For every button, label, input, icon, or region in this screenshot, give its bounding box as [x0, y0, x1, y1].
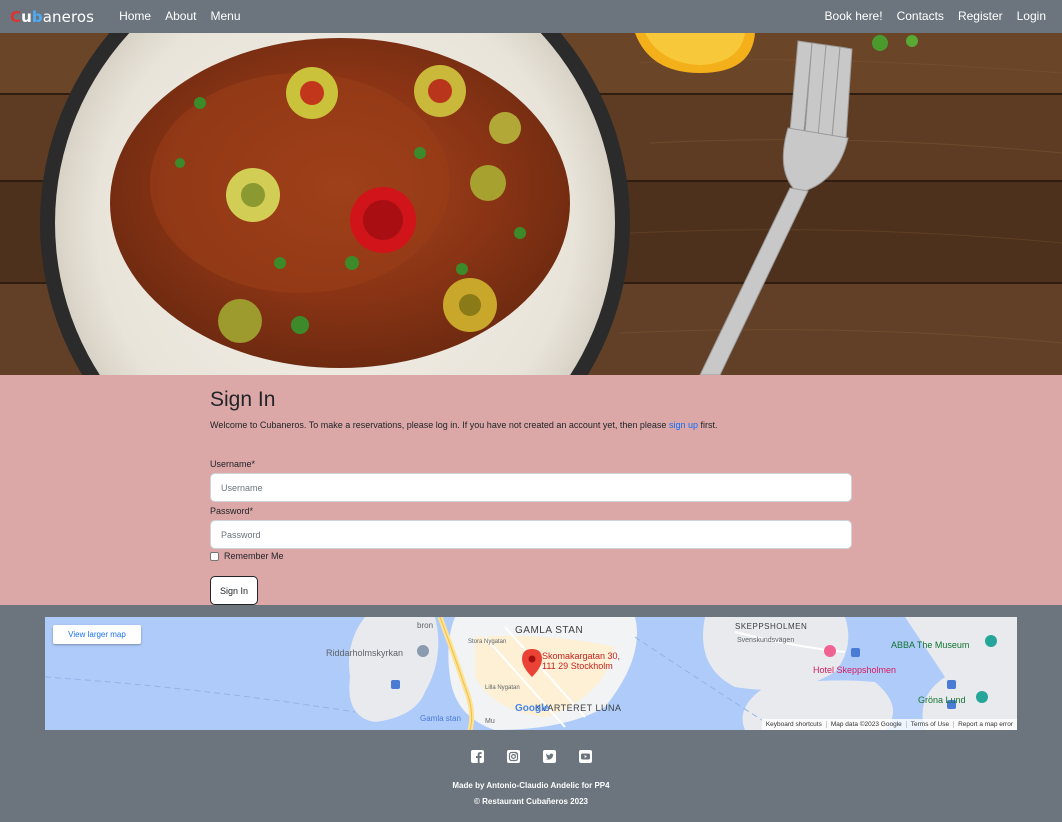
nav-right: Book here! Contacts Register Login [818, 0, 1052, 33]
map-address-line-2: 111 29 Stockholm [542, 661, 613, 671]
username-input[interactable] [210, 473, 852, 502]
brand-letter-c: C [10, 7, 22, 26]
map-label-bron: bron [417, 621, 434, 630]
welcome-text-after: first. [697, 420, 718, 430]
map-label-mu: Mu [485, 718, 495, 725]
navbar: Cu b aneros Home About Menu Book here! Con… [0, 0, 1062, 33]
remember-checkbox[interactable] [210, 551, 219, 561]
hero-image [0, 33, 1062, 375]
brand-letter-u: u [21, 7, 32, 26]
twitter-icon[interactable] [542, 750, 556, 763]
signup-link[interactable]: sign up [669, 420, 698, 430]
welcome-text: Welcome to Cubaneros. To make a reservat… [210, 420, 717, 430]
view-larger-map-button[interactable]: View larger map [53, 625, 141, 644]
signin-section: Sign In Welcome to Cubaneros. To make a … [0, 375, 1062, 605]
nav-home[interactable]: Home [112, 0, 158, 33]
map-embed[interactable]: View larger map GAMLA STAN SKEPPSHOLMEN … [45, 617, 1017, 730]
map-label-address: Skomakargatan 30, 111 29 Stockholm [542, 651, 620, 671]
page-title: Sign In [210, 388, 276, 411]
instagram-icon[interactable] [506, 750, 520, 763]
report-map-error-link[interactable]: Report a map error [953, 721, 1017, 728]
brand-logo[interactable]: Cu b aneros [10, 8, 94, 26]
terms-of-use-link[interactable]: Terms of Use [905, 721, 953, 728]
footer-copyright: © Restaurant Cubañeros 2023 [474, 797, 588, 806]
map-label-lilla-nygatan: Lilla Nygatan [485, 685, 520, 691]
map-label-grona-lund: Gröna Lund [918, 695, 966, 705]
signin-button[interactable]: Sign In [210, 576, 258, 605]
nav-menu[interactable]: Menu [203, 0, 247, 33]
nav-login[interactable]: Login [1010, 0, 1052, 33]
map-address-line-1: Skomakargatan 30, [542, 651, 621, 661]
map-label-svenskundsvagen: Svenskundsvägen [737, 637, 795, 644]
facebook-icon[interactable] [470, 750, 484, 763]
map-label-gamla-stan-station: Gamla stan [420, 714, 461, 723]
keyboard-shortcuts-link[interactable]: Keyboard shortcuts [762, 721, 826, 728]
map-label-skeppsholmen: SKEPPSHOLMEN [735, 622, 808, 631]
remember-label: Remember Me [224, 551, 284, 561]
nav-contacts[interactable]: Contacts [890, 0, 951, 33]
nav-book[interactable]: Book here! [818, 0, 890, 33]
brand-rest: aneros [42, 7, 95, 26]
brand-letter-b: b [31, 7, 43, 26]
password-input[interactable] [210, 520, 852, 549]
youtube-icon[interactable] [578, 750, 592, 763]
map-label-stora-nygatan: Stora Nygatan [468, 639, 507, 645]
map-label-hotel-skeppsholmen: Hotel Skeppsholmen [813, 665, 897, 675]
social-links [0, 750, 1062, 763]
footer-made-by: Made by Antonio-Claudio Andelic for PP4 [452, 781, 610, 790]
remember-me: Remember Me [210, 551, 284, 561]
password-label: Password* [210, 506, 254, 516]
nav-left: Home About Menu [112, 0, 247, 33]
map-attribution: Keyboard shortcuts Map data ©2023 Google… [761, 719, 1017, 730]
map-label-gamla-stan: GAMLA STAN [515, 625, 584, 636]
map-label-riddarholmskyrkan: Riddarholmskyrkan [326, 648, 404, 658]
map-label-abba-museum: ABBA The Museum [891, 640, 970, 650]
username-label: Username* [210, 459, 256, 469]
nav-register[interactable]: Register [951, 0, 1010, 33]
welcome-text-before: Welcome to Cubaneros. To make a reservat… [210, 420, 669, 430]
nav-about[interactable]: About [158, 0, 203, 33]
map-data-label: Map data ©2023 Google [825, 721, 906, 728]
google-logo: Google [515, 703, 550, 714]
